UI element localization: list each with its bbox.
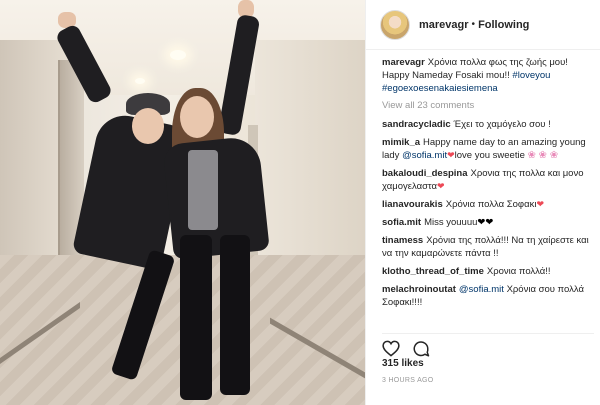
comments-list[interactable]: marevagr Χρόνια πολλα φως της ζωής μου! H… bbox=[382, 56, 594, 328]
following-button[interactable]: Following bbox=[478, 19, 529, 31]
post-timestamp[interactable]: 3 HOURS AGO bbox=[382, 377, 434, 384]
comment-username[interactable]: mimik_a bbox=[382, 137, 420, 148]
post-side-panel: marevagr • Following marevagr Χρόνια πολλ… bbox=[365, 0, 600, 405]
header-separator: • bbox=[471, 19, 476, 30]
likes-count[interactable]: 315 likes bbox=[382, 358, 424, 369]
comment-username[interactable]: melachroinoutat bbox=[382, 284, 456, 295]
comment-mention[interactable]: @sofia.mit bbox=[459, 284, 504, 295]
comment-item: mimik_a Happy name day to an amazing youn… bbox=[382, 136, 594, 162]
photo-face bbox=[132, 108, 164, 144]
photo-ceiling-light bbox=[135, 78, 145, 84]
heart-emoji-icon: ❤❤ bbox=[477, 217, 494, 228]
flower-emoji-icon: ❀ bbox=[527, 150, 536, 161]
comment-text: Έχει το χαμόγελο σου ! bbox=[453, 119, 551, 130]
flower-emoji-icon: ❀ ❀ bbox=[538, 150, 559, 161]
post-header: marevagr • Following bbox=[366, 0, 600, 50]
comment-item: klotho_thread_of_time Χρονια πολλά!! bbox=[382, 265, 594, 278]
comment-text: love you sweetie bbox=[454, 150, 525, 161]
header-username[interactable]: marevagr bbox=[419, 19, 469, 31]
comment-item: tinamess Χρόνια της πολλά!!! Να τη χαίρεσ… bbox=[382, 234, 594, 260]
view-all-comments-link[interactable]: View all 23 comments bbox=[382, 100, 594, 111]
comment-username[interactable]: tinamess bbox=[382, 235, 423, 246]
comment-username[interactable]: sandracycladic bbox=[382, 119, 451, 130]
comment-username[interactable]: sofia.mit bbox=[382, 217, 421, 228]
comment-item: sandracycladic Έχει το χαμόγελο σου ! bbox=[382, 118, 594, 131]
comment-text: Miss youuuu bbox=[424, 217, 478, 228]
comment-item: melachroinoutat @sofia.mit Χρόνια σου πολ… bbox=[382, 283, 594, 309]
post-actions bbox=[382, 333, 594, 358]
comment-mention[interactable]: @sofia.mit bbox=[402, 150, 447, 161]
heart-outline-icon[interactable] bbox=[382, 340, 400, 357]
comment-username[interactable]: bakaloudi_despina bbox=[382, 168, 468, 179]
avatar[interactable] bbox=[380, 9, 410, 40]
comment-item: bakaloudi_despina Χρονια της πολλα και μο… bbox=[382, 167, 594, 193]
photo-ceiling-light bbox=[170, 50, 186, 60]
caption: marevagr Χρόνια πολλα φως της ζωής μου! H… bbox=[382, 56, 594, 95]
heart-emoji-icon: ❤ bbox=[447, 150, 455, 160]
speech-bubble-icon[interactable] bbox=[412, 340, 430, 358]
post-photo[interactable] bbox=[0, 0, 365, 405]
heart-emoji-icon: ❤ bbox=[536, 199, 544, 209]
heart-emoji-icon: ❤ bbox=[437, 181, 445, 191]
photo-shirt bbox=[188, 150, 218, 230]
comment-username[interactable]: lianavourakis bbox=[382, 199, 443, 210]
photo-legs bbox=[220, 235, 250, 395]
comment-item: lianavourakis Χρόνια πολλα Σοφακι❤ bbox=[382, 198, 594, 211]
photo-face bbox=[180, 96, 214, 138]
comment-text: Χρόνια πολλα Σοφακι bbox=[445, 199, 537, 210]
comment-text: Χρονια πολλά!! bbox=[486, 266, 551, 277]
photo-legs bbox=[180, 235, 212, 400]
comment-item: sofia.mit Miss youuuu❤❤ bbox=[382, 216, 594, 229]
caption-username[interactable]: marevagr bbox=[382, 57, 425, 68]
comment-username[interactable]: klotho_thread_of_time bbox=[382, 266, 484, 277]
